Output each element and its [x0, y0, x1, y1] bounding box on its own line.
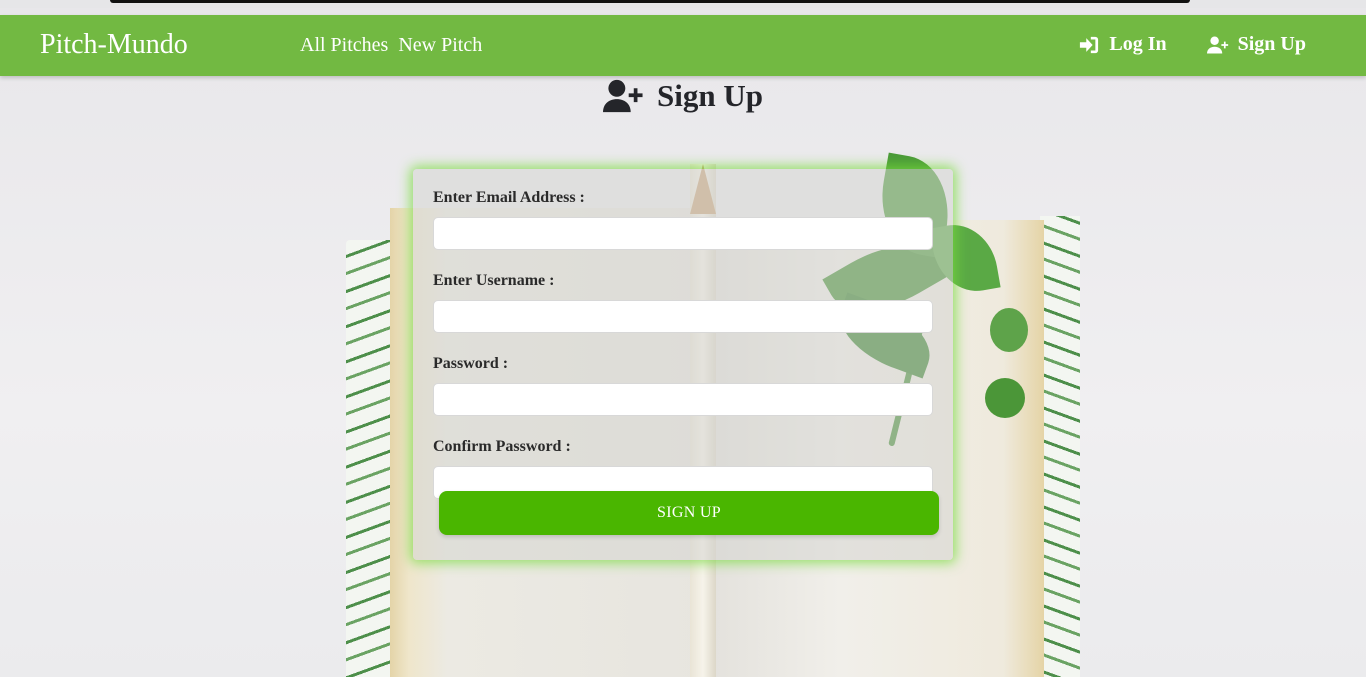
nav-links: All Pitches New Pitch	[300, 34, 482, 57]
page-title: Sign Up	[0, 78, 1366, 114]
user-plus-icon	[603, 79, 643, 113]
password-label: Password :	[433, 355, 509, 372]
username-label: Enter Username :	[433, 272, 555, 289]
navbar: Pitch-Mundo All Pitches New Pitch Log In…	[0, 15, 1366, 76]
password-field[interactable]	[433, 383, 933, 416]
confirm-password-label: Confirm Password :	[433, 438, 571, 455]
login-link[interactable]: Log In	[1078, 33, 1167, 56]
email-label: Enter Email Address :	[433, 189, 585, 206]
rose-bud	[985, 378, 1025, 418]
nav-auth: Log In Sign Up	[1078, 33, 1306, 56]
book-cover-left	[346, 240, 396, 677]
user-plus-icon	[1206, 36, 1228, 53]
email-field[interactable]	[433, 217, 933, 250]
browser-bar	[110, 0, 1190, 3]
nav-new-pitch[interactable]: New Pitch	[398, 34, 482, 57]
nav-all-pitches[interactable]: All Pitches	[300, 34, 388, 57]
signup-label: Sign Up	[1237, 33, 1306, 55]
page-heading: Sign Up	[657, 78, 763, 113]
browser-top-strip	[0, 0, 1366, 8]
sign-in-icon	[1080, 36, 1099, 53]
signup-form: Enter Email Address : Enter Username : P…	[413, 169, 953, 560]
username-field[interactable]	[433, 300, 933, 333]
rose-bud	[990, 308, 1028, 352]
brand-link[interactable]: Pitch-Mundo	[40, 29, 188, 61]
signup-submit-button[interactable]: SIGN UP	[439, 491, 939, 535]
book-cover-right	[1040, 216, 1080, 677]
signup-link[interactable]: Sign Up	[1206, 33, 1306, 56]
login-label: Log In	[1109, 33, 1167, 55]
